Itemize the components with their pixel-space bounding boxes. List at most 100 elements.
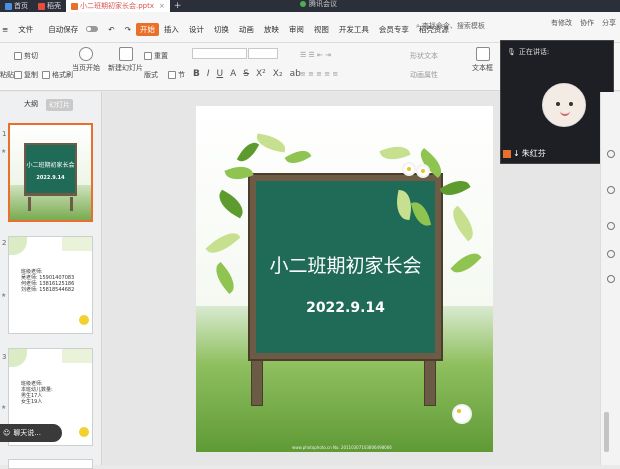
play-label: 当页开始: [72, 64, 100, 72]
command-search[interactable]: ⌕ 查找命令、搜索模板: [416, 20, 500, 32]
meeting-video-panel[interactable]: 🎙 正在讲话: ↓ 朱红芬: [500, 40, 614, 164]
microphone-icon: 🎙: [507, 48, 516, 56]
redo-icon[interactable]: ↷: [120, 25, 136, 34]
object-icon[interactable]: [607, 186, 615, 194]
brush-icon: [42, 71, 50, 79]
text-extras-label: 形状文本: [410, 52, 438, 60]
menu-developer[interactable]: 开发工具: [334, 24, 374, 35]
slide-thumbnail-1[interactable]: 小二班期初家长会 2022.9.14: [8, 123, 93, 222]
text-box-icon: [475, 47, 490, 61]
thumb-text: 班级老师: 本班幼儿数量: 男生17人 女生19人: [21, 381, 53, 405]
chat-label: 聊天说...: [13, 429, 41, 437]
animation-extras-button[interactable]: 动画属性: [410, 70, 438, 80]
help-icon[interactable]: [607, 222, 615, 230]
text-extras-button[interactable]: 形状文本: [410, 51, 438, 61]
vertical-scrollbar[interactable]: [604, 412, 609, 452]
collaborate-button[interactable]: 协作: [580, 18, 594, 28]
meeting-indicator[interactable]: 腾讯会议: [300, 0, 337, 8]
reset-icon: [144, 52, 152, 60]
slide-panel: 大纲 幻灯片 1 ★ 小二班期初家长会 2022.9.14 2 班级老师: 吴老…: [0, 92, 102, 469]
menu-start[interactable]: 开始: [135, 22, 159, 36]
has-changes-button[interactable]: 有修改: [551, 18, 572, 28]
slide-date[interactable]: 2022.9.14: [256, 300, 435, 316]
header-actions: 有修改 协作 分享: [551, 18, 616, 28]
align-icons[interactable]: ≡ ≡ ≡ ≡ ≡: [300, 70, 338, 78]
paste-button[interactable]: 粘贴: [0, 70, 14, 80]
reset-button[interactable]: 重置: [144, 51, 168, 61]
animation-extras-label: 动画属性: [410, 71, 438, 79]
meeting-icon: [300, 1, 306, 7]
font-family-select[interactable]: [192, 48, 247, 59]
search-icon: ⌕: [416, 21, 420, 30]
cut-button[interactable]: 剪切: [14, 51, 38, 61]
tab-home[interactable]: 首页: [0, 0, 33, 12]
speaking-indicator: 🎙 正在讲话:: [507, 47, 549, 57]
menu-icon[interactable]: ≡: [0, 25, 13, 34]
format-painter-button[interactable]: 格式刷: [42, 70, 73, 80]
participant-name: 朱红芬: [521, 149, 546, 158]
tab-outline[interactable]: 大纲: [24, 99, 38, 111]
ppt-file-icon: [71, 2, 78, 10]
right-sidebar: [600, 92, 620, 465]
play-from-current-button[interactable]: 当页开始: [72, 47, 100, 73]
section-label: 节: [178, 71, 185, 79]
slide-thumbnail-2[interactable]: 班级老师: 吴老师: 15901407083 何老师: 13816125186 …: [8, 236, 93, 334]
tab-label: 首页: [14, 2, 28, 10]
underline-icon[interactable]: U: [217, 69, 224, 79]
backup-icon[interactable]: [607, 250, 615, 258]
avatar-mouth: [560, 111, 570, 116]
slide-number: 3: [2, 353, 7, 361]
new-slide-icon: [118, 47, 133, 61]
tab-docer[interactable]: 稻壳: [33, 0, 66, 12]
cut-label: 剪切: [24, 52, 38, 60]
menu-slideshow[interactable]: 放映: [259, 24, 284, 35]
section-button[interactable]: 节: [168, 70, 185, 80]
subscript-icon[interactable]: X₂: [273, 69, 283, 79]
share-button[interactable]: 分享: [602, 18, 616, 28]
menu-file[interactable]: 文件: [13, 24, 38, 35]
superscript-icon[interactable]: X²: [256, 69, 266, 79]
font-color-icon[interactable]: A: [230, 69, 236, 79]
menu-view[interactable]: 视图: [309, 24, 334, 35]
bold-icon[interactable]: B: [193, 69, 200, 79]
menu-design[interactable]: 设计: [184, 24, 209, 35]
property-icon[interactable]: [607, 150, 615, 158]
thumb-text: 班级老师: 吴老师: 15901407083 何老师: 13816125186 …: [21, 269, 75, 293]
format-painter-label: 格式刷: [52, 71, 73, 79]
search-placeholder: 查找命令、搜索模板: [421, 22, 485, 30]
slide-thumbnail-4[interactable]: [8, 459, 93, 469]
italic-icon[interactable]: I: [207, 69, 210, 79]
slide-number: 1: [2, 130, 7, 138]
menu-review[interactable]: 审阅: [284, 24, 309, 35]
autosave-label: 自动保存: [48, 24, 79, 34]
font-size-select[interactable]: [248, 48, 278, 59]
chat-button[interactable]: ☺ 聊天说...: [0, 424, 62, 442]
copy-label: 复制: [24, 71, 38, 79]
tab-label: 小二班期初家长会.pptx: [80, 2, 154, 10]
location-icon[interactable]: [607, 275, 615, 283]
list-icons[interactable]: ☰ ☰ ⇤ ⇥: [300, 51, 331, 59]
user-icon: [503, 149, 511, 158]
new-slide-button[interactable]: 新建幻灯片: [108, 47, 143, 73]
undo-icon[interactable]: ↶: [103, 25, 119, 34]
new-tab-button[interactable]: +: [170, 1, 186, 11]
menu-transition[interactable]: 切换: [209, 24, 234, 35]
flower-decoration: [404, 164, 414, 174]
menu-animation[interactable]: 动画: [234, 24, 259, 35]
slide-title[interactable]: 小二班期初家长会: [256, 251, 435, 278]
tab-slides[interactable]: 幻灯片: [46, 99, 73, 111]
menu-insert[interactable]: 插入: [159, 24, 184, 35]
toggle-icon: [86, 26, 99, 32]
current-slide[interactable]: 小二班期初家长会 2022.9.14 www.photophoto.cn No.…: [196, 106, 493, 452]
play-icon: [79, 47, 93, 61]
flower-decoration: [454, 406, 470, 422]
close-icon[interactable]: ×: [159, 2, 165, 10]
autosave-toggle[interactable]: 自动保存: [38, 24, 103, 35]
copy-button[interactable]: 复制: [14, 70, 38, 80]
strikethrough-icon[interactable]: S: [243, 69, 249, 79]
layout-button[interactable]: 版式: [144, 70, 158, 80]
text-box-button[interactable]: 文本框: [472, 47, 493, 73]
format-row: B I U A S X² X₂ ab: [193, 69, 301, 79]
tab-document[interactable]: 小二班期初家长会.pptx ×: [66, 0, 170, 12]
menu-member[interactable]: 会员专享: [374, 24, 414, 35]
